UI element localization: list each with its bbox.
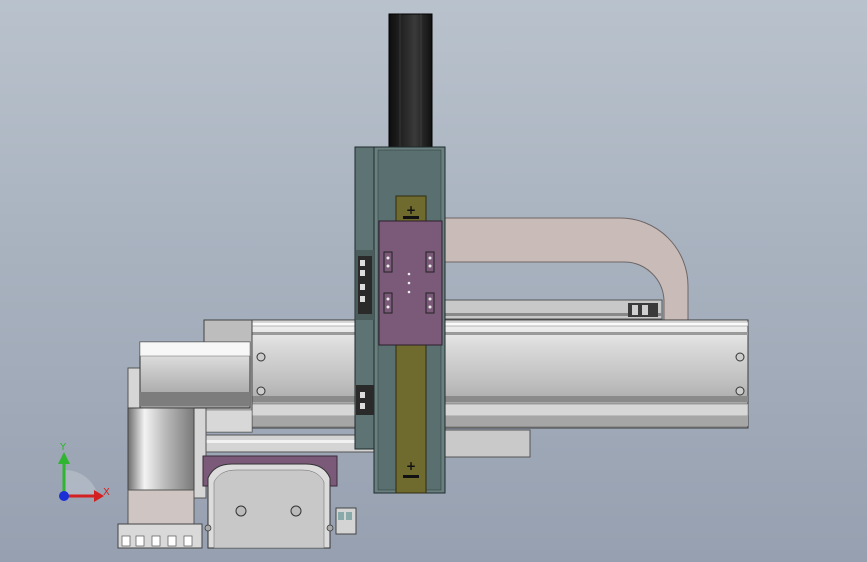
- svg-text:+: +: [406, 459, 416, 473]
- servo-motor[interactable]: [388, 13, 433, 149]
- svg-text:+: +: [406, 203, 416, 217]
- y-axis-arrowhead: [58, 452, 70, 464]
- bottom-profile-extrusion[interactable]: [117, 523, 203, 549]
- z-axis-bottom-block[interactable]: [202, 455, 357, 549]
- assembly-model[interactable]: + +: [0, 0, 867, 562]
- triad-x-label: X: [103, 487, 110, 498]
- z-axis-carriage[interactable]: [378, 220, 443, 346]
- coordinate-triad: [58, 452, 104, 502]
- upper-guide-rail[interactable]: [439, 299, 663, 320]
- x-axis-beam[interactable]: [249, 319, 749, 429]
- triad-y-label: Y: [60, 442, 67, 453]
- cad-graphics-viewport[interactable]: + + Y X: [0, 0, 867, 562]
- z-axis-marker: [59, 491, 69, 501]
